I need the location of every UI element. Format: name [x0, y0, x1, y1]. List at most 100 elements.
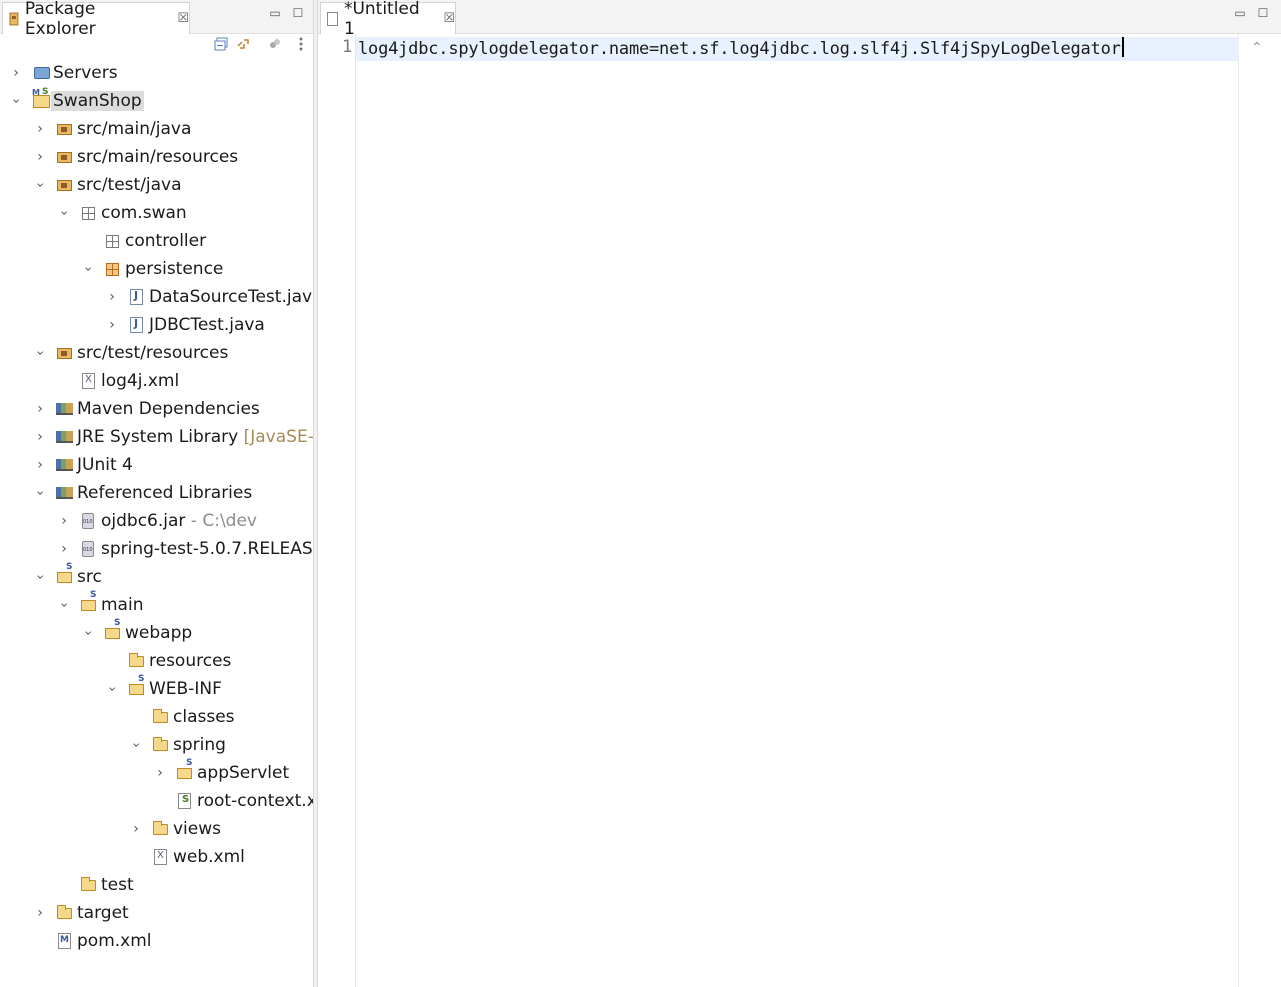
tree-item-jre-system-library[interactable]: › JRE System Library [JavaSE-1.	[0, 423, 313, 451]
package-tree: › Servers › SwanShop › src/main/java › s…	[0, 59, 313, 987]
tree-item-servers[interactable]: › Servers	[0, 59, 313, 87]
minimize-view-icon[interactable]: ▭	[268, 6, 282, 20]
tree-item-controller[interactable]: controller	[0, 227, 313, 255]
expand-chevron-icon[interactable]: ›	[33, 395, 47, 423]
tree-item-appservlet[interactable]: › appServlet	[0, 758, 313, 787]
tree-item-com-swan[interactable]: › com.swan	[0, 199, 313, 227]
tree-item-datasourcetest[interactable]: › DataSourceTest.java	[0, 283, 313, 311]
tree-item-src-main-java[interactable]: › src/main/java	[0, 115, 313, 143]
tree-item-spring[interactable]: › spring	[0, 731, 313, 759]
tab-package-explorer[interactable]: Package Explorer ☒	[2, 0, 190, 39]
tree-item-classes[interactable]: classes	[0, 703, 313, 731]
collapse-chevron-icon[interactable]: ›	[122, 738, 150, 752]
xml-file-icon	[154, 849, 167, 865]
view-menu-icon[interactable]	[292, 37, 310, 55]
collapse-chevron-icon[interactable]: ›	[26, 570, 54, 584]
tree-item-src-test-resources[interactable]: › src/test/resources	[0, 339, 313, 367]
spring-xml-icon	[178, 793, 191, 809]
collapse-chevron-icon[interactable]: ›	[26, 486, 54, 500]
tree-item-resources[interactable]: resources	[0, 647, 313, 675]
tree-item-main[interactable]: › main	[0, 590, 313, 619]
tree-item-swanshop[interactable]: › SwanShop	[0, 87, 313, 115]
tree-item-src-test-java[interactable]: › src/test/java	[0, 171, 313, 199]
tree-item-persistence[interactable]: › persistence	[0, 255, 313, 283]
expand-chevron-icon[interactable]: ›	[33, 423, 47, 451]
tree-item-referenced-libraries[interactable]: › Referenced Libraries	[0, 479, 313, 507]
tree-item-label: com.swan	[101, 203, 187, 223]
editor-body[interactable]: 1 log4jdbc.spylogdelegator.name=net.sf.l…	[318, 34, 1281, 987]
tree-item-label: SwanShop	[51, 91, 144, 111]
expand-chevron-icon[interactable]: ›	[9, 59, 23, 87]
maximize-view-icon[interactable]: ☐	[291, 6, 305, 20]
tree-item-label: Referenced Libraries	[77, 483, 253, 503]
vertical-scrollbar[interactable]: ⌃	[1238, 34, 1281, 987]
expand-chevron-icon[interactable]: ›	[57, 507, 71, 535]
close-tab-icon[interactable]: ☒	[443, 11, 455, 26]
code-line-text[interactable]: log4jdbc.spylogdelegator.name=net.sf.log…	[358, 37, 1124, 59]
tree-item-web-xml[interactable]: web.xml	[0, 843, 313, 871]
source-folder-icon	[57, 348, 72, 359]
expand-chevron-icon[interactable]: ›	[105, 311, 119, 339]
tab-untitled-1[interactable]: *Untitled 1 ☒	[320, 0, 456, 39]
collapse-chevron-icon[interactable]: ›	[50, 206, 78, 220]
collapse-chevron-icon[interactable]: ›	[2, 94, 30, 108]
expand-chevron-icon[interactable]: ›	[129, 815, 143, 843]
collapse-chevron-icon[interactable]: ›	[26, 178, 54, 192]
package-icon	[106, 263, 119, 276]
collapse-chevron-icon[interactable]: ›	[74, 626, 102, 640]
tree-item-label-group: ojdbc6.jar - C:\dev	[101, 511, 257, 531]
spring-folder-icon	[177, 758, 192, 779]
spring-folder-icon	[81, 590, 96, 611]
tree-item-target[interactable]: › target	[0, 899, 313, 927]
package-icon	[82, 207, 95, 220]
close-view-icon[interactable]: ☒	[177, 11, 189, 26]
expand-chevron-icon[interactable]: ›	[33, 143, 47, 171]
tree-item-label: persistence	[125, 259, 224, 279]
tree-item-label: log4j.xml	[101, 371, 180, 391]
focus-icon[interactable]	[266, 37, 284, 55]
tree-item-label: WEB-INF	[149, 679, 222, 699]
tree-item-label: src/main/java	[77, 119, 192, 139]
tree-item-webapp[interactable]: › webapp	[0, 618, 313, 647]
expand-chevron-icon[interactable]: ›	[33, 451, 47, 479]
text-caret	[1121, 37, 1124, 57]
folder-icon	[128, 653, 144, 667]
tree-item-web-inf[interactable]: › WEB-INF	[0, 674, 313, 703]
expand-chevron-icon[interactable]: ›	[57, 535, 71, 563]
expand-chevron-icon[interactable]: ›	[105, 283, 119, 311]
tree-item-src[interactable]: › src	[0, 562, 313, 591]
collapse-chevron-icon[interactable]: ›	[26, 346, 54, 360]
tree-item-label: src/test/resources	[77, 343, 229, 363]
minimize-editor-icon[interactable]: ▭	[1233, 6, 1247, 20]
collapse-all-icon[interactable]	[212, 37, 230, 55]
tree-item-jdbctest[interactable]: › JDBCTest.java	[0, 311, 313, 339]
spring-folder-icon	[105, 618, 120, 639]
scroll-up-icon[interactable]: ⌃	[1251, 40, 1263, 56]
tree-item-pom-xml[interactable]: pom.xml	[0, 927, 313, 955]
tree-item-label: views	[173, 819, 222, 839]
tree-item-label: spring	[173, 735, 226, 755]
link-with-editor-icon[interactable]	[235, 37, 253, 55]
tree-item-label: Maven Dependencies	[77, 399, 260, 419]
expand-chevron-icon[interactable]: ›	[153, 759, 167, 787]
tree-item-log4j-xml[interactable]: log4j.xml	[0, 367, 313, 395]
tree-item-src-main-resources[interactable]: › src/main/resources	[0, 143, 313, 171]
expand-chevron-icon[interactable]: ›	[33, 899, 47, 927]
library-icon	[56, 487, 73, 499]
expand-chevron-icon[interactable]: ›	[33, 115, 47, 143]
tree-item-junit4[interactable]: › JUnit 4	[0, 451, 313, 479]
tree-item-ojdbc6[interactable]: › ojdbc6.jar - C:\dev	[0, 507, 313, 535]
project-icon	[32, 87, 50, 108]
tree-item-label-group: JRE System Library [JavaSE-1.	[77, 427, 313, 447]
tree-item-test[interactable]: test	[0, 871, 313, 899]
source-folder-icon	[57, 180, 72, 191]
tree-item-views[interactable]: › views	[0, 815, 313, 843]
package-explorer-icon	[9, 12, 19, 25]
collapse-chevron-icon[interactable]: ›	[50, 598, 78, 612]
maximize-editor-icon[interactable]: ☐	[1256, 6, 1270, 20]
collapse-chevron-icon[interactable]: ›	[98, 682, 126, 696]
tree-item-spring-test-jar[interactable]: › spring-test-5.0.7.RELEASE.j	[0, 535, 313, 563]
tree-item-root-context[interactable]: root-context.x	[0, 787, 313, 815]
tree-item-maven-dependencies[interactable]: › Maven Dependencies	[0, 395, 313, 423]
collapse-chevron-icon[interactable]: ›	[74, 262, 102, 276]
